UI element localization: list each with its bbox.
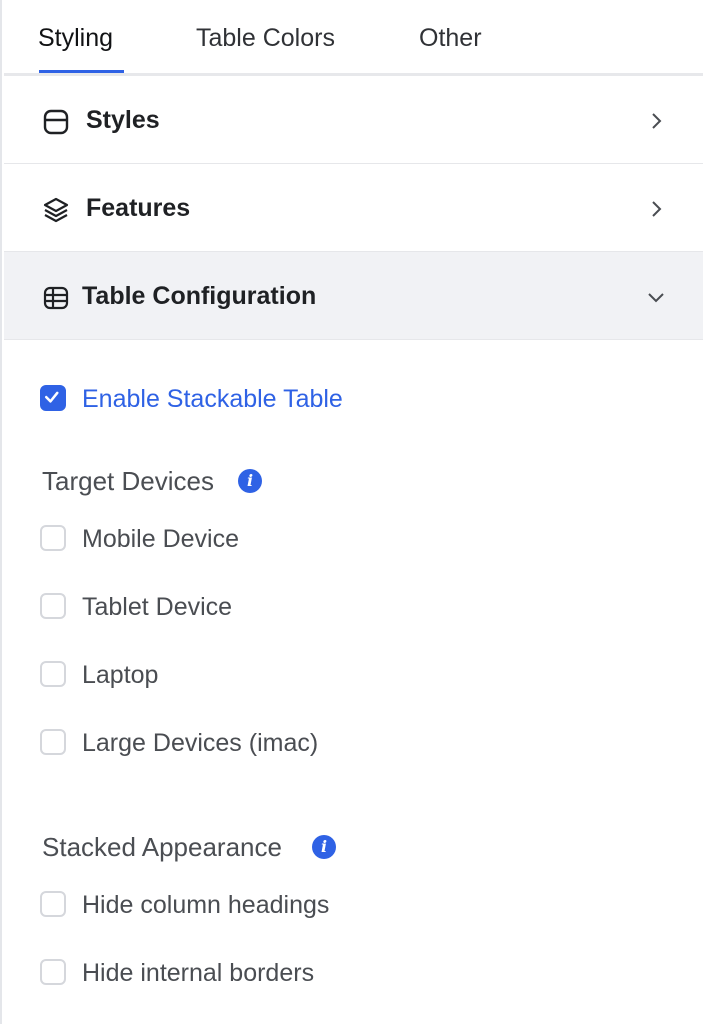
table-grid-icon bbox=[43, 286, 69, 310]
active-tab-indicator bbox=[39, 70, 124, 73]
tab-bar: Styling Table Colors Other bbox=[4, 0, 703, 76]
panel-table-configuration[interactable]: Table Configuration bbox=[4, 252, 703, 340]
target-devices-title: Target Devices bbox=[42, 466, 214, 496]
panel-features[interactable]: Features bbox=[4, 164, 703, 252]
tab-table-colors[interactable]: Table Colors bbox=[196, 22, 335, 54]
checkbox-unchecked[interactable] bbox=[40, 593, 66, 619]
settings-sidebar: Styling Table Colors Other Styles Featur… bbox=[0, 0, 703, 1024]
panel-styles-label: Styles bbox=[86, 106, 160, 134]
info-icon[interactable]: i bbox=[312, 835, 336, 859]
checkbox-unchecked[interactable] bbox=[40, 661, 66, 687]
chevron-right-icon bbox=[652, 113, 662, 129]
info-icon[interactable]: i bbox=[238, 469, 262, 493]
checkbox-unchecked[interactable] bbox=[40, 525, 66, 551]
chevron-down-icon bbox=[648, 293, 664, 303]
layers-icon bbox=[43, 197, 69, 223]
tab-other[interactable]: Other bbox=[419, 22, 482, 54]
checkbox-unchecked[interactable] bbox=[40, 891, 66, 917]
panel-styles[interactable]: Styles bbox=[4, 76, 703, 164]
hide-internal-borders-label: Hide internal borders bbox=[82, 959, 315, 987]
panel-features-label: Features bbox=[86, 194, 191, 222]
enable-stackable-table-label: Enable Stackable Table bbox=[82, 385, 343, 413]
hide-column-headings-label: Hide column headings bbox=[82, 891, 330, 919]
stacked-appearance-title: Stacked Appearance bbox=[42, 832, 282, 862]
checkbox-unchecked[interactable] bbox=[40, 729, 66, 755]
large-devices-label: Large Devices (imac) bbox=[82, 729, 319, 757]
mobile-device-label: Mobile Device bbox=[82, 525, 240, 553]
laptop-label: Laptop bbox=[82, 661, 159, 689]
checkmark-icon bbox=[44, 391, 59, 403]
checkbox-checked[interactable] bbox=[40, 385, 66, 411]
rounded-rect-icon bbox=[43, 109, 69, 135]
chevron-right-icon bbox=[652, 201, 662, 217]
tablet-device-label: Tablet Device bbox=[82, 593, 233, 621]
tab-styling[interactable]: Styling bbox=[38, 22, 113, 54]
panel-table-configuration-label: Table Configuration bbox=[82, 282, 317, 310]
checkbox-unchecked[interactable] bbox=[40, 959, 66, 985]
